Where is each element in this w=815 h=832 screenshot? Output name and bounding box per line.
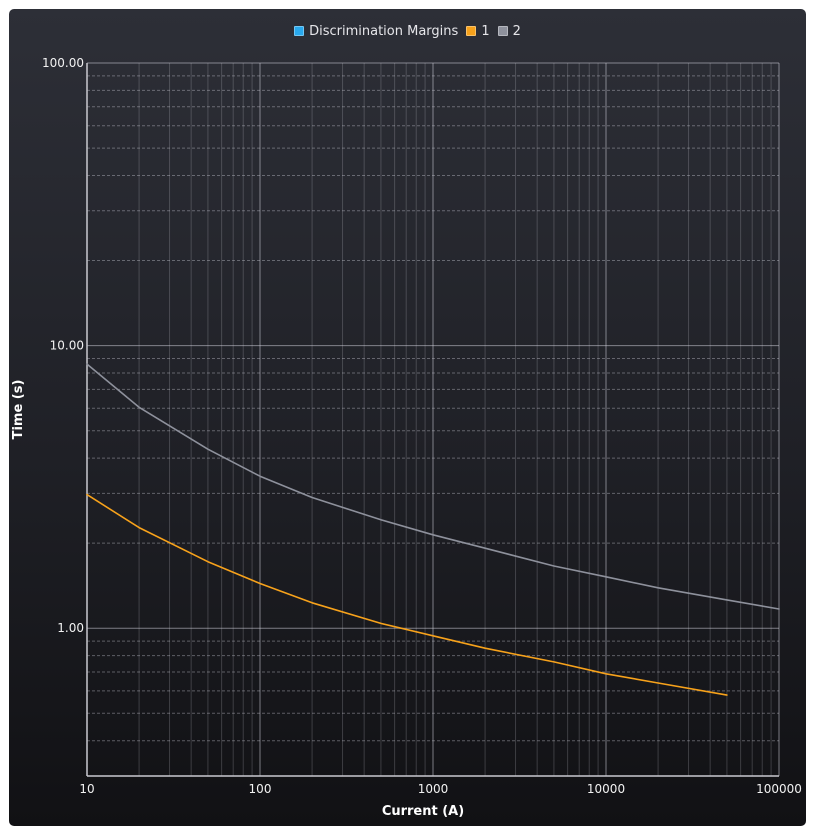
y-tick-label: 100.00 [42, 56, 84, 70]
x-tick-label: 10000 [587, 782, 625, 796]
series-1-line [86, 493, 728, 696]
x-tick-label: 100 [249, 782, 272, 796]
x-tick-label: 10 [79, 782, 94, 796]
grid-lines [86, 62, 780, 777]
chart-plot-area[interactable]: 10 100 1000 10000 100000 100.00 10.00 1.00 Curr… [9, 9, 806, 826]
x-tick-label: 1000 [418, 782, 449, 796]
y-axis-title: Time (s) [11, 380, 26, 440]
x-axis-title: Current (A) [382, 804, 464, 819]
y-tick-label: 10.00 [50, 339, 84, 353]
x-tick-label: 100000 [756, 782, 802, 796]
y-tick-label: 1.00 [57, 621, 84, 635]
tick-labels: 10 100 1000 10000 100000 100.00 10.00 1.00 [42, 56, 802, 796]
chart-panel: Discrimination Margins 1 2 10 100 1000 1000… [9, 9, 806, 826]
